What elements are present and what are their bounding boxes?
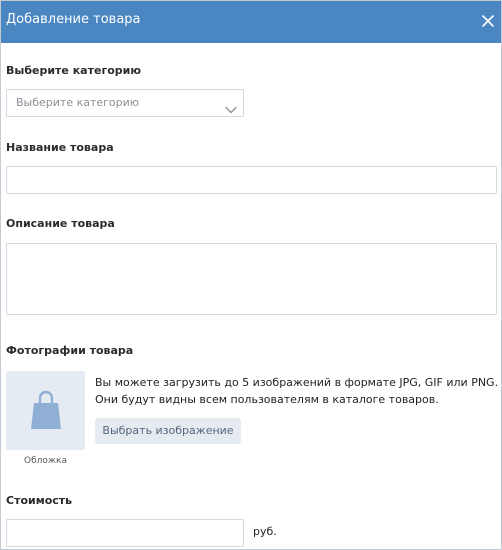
dialog-title: Добавление товара [6,12,141,27]
photo-upload-hint: Вы можете загрузить до 5 изображений в ф… [95,376,499,406]
shopping-bag-icon [30,389,62,431]
choose-image-button[interactable]: Выбрать изображение [95,418,241,444]
category-label: Выберите категорию [6,64,142,77]
close-icon[interactable] [480,13,496,29]
choose-image-button-label: Выбрать изображение [102,424,234,437]
product-name-input[interactable] [6,166,497,194]
category-select-value: Выберите категорию [16,96,140,109]
price-input[interactable] [6,519,244,547]
product-description-textarea[interactable] [6,243,497,315]
category-select[interactable]: Выберите категорию [6,89,244,117]
product-name-label: Название товара [6,141,114,154]
dialog-header: Добавление товара [1,1,501,43]
currency-label: руб. [253,525,277,538]
photo-cover-placeholder[interactable] [6,371,85,450]
price-label: Стоимость [6,494,73,507]
add-product-dialog: Добавление товара Выберите категорию Выб… [0,0,502,550]
product-description-label: Описание товара [6,217,115,230]
chevron-down-icon [225,99,237,114]
cover-caption: Обложка [24,456,67,466]
product-photos-label: Фотографии товара [6,344,134,357]
